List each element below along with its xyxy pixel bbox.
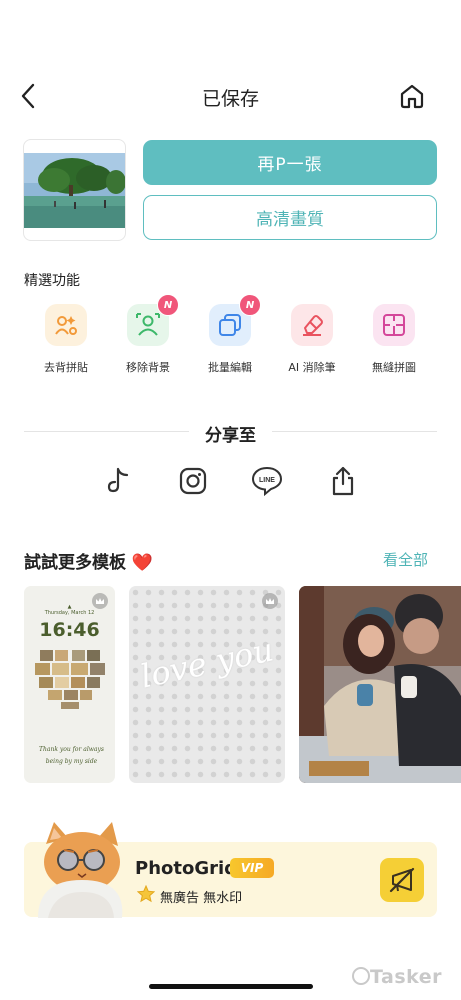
tasker-watermark: Tasker <box>352 966 442 988</box>
share-row: LINE <box>0 463 461 499</box>
no-ads-button[interactable] <box>380 858 424 902</box>
share-tiktok-button[interactable] <box>101 463 137 499</box>
features-section-label: 精選功能 <box>24 273 80 289</box>
feature-label: 無縫拼圖 <box>372 361 416 374</box>
batch-edit-icon <box>219 314 241 336</box>
tasker-logo-icon <box>352 967 370 985</box>
crown-icon <box>262 593 278 609</box>
divider <box>24 431 189 432</box>
share-icon <box>332 466 354 496</box>
cutout-collage-icon <box>55 316 77 335</box>
tiktok-icon <box>107 467 129 493</box>
see-all-link[interactable]: 看全部 <box>383 549 428 570</box>
vip-features: 無廣告 無水印 <box>160 891 243 906</box>
couple-photo-image <box>299 586 461 783</box>
cat-mascot-image <box>38 822 123 918</box>
share-title: 分享至 <box>205 426 256 446</box>
vip-badge: VIP <box>230 858 274 878</box>
share-instagram-button[interactable] <box>175 463 211 499</box>
feature-label: 去背拼貼 <box>44 361 88 374</box>
feature-ai-eraser[interactable]: AI 消除筆 <box>271 304 353 375</box>
template-caption: Thank you for always being by my side <box>39 746 104 765</box>
home-icon <box>400 84 424 109</box>
saved-photo-image <box>24 153 125 228</box>
saved-photo-thumbnail[interactable] <box>23 139 126 241</box>
template-time: 16:46 <box>39 619 100 641</box>
feature-seamless-grid[interactable]: 無縫拼圖 <box>353 304 435 375</box>
hd-quality-button[interactable]: 高清畫質 <box>143 195 437 240</box>
divider <box>272 431 437 432</box>
home-button[interactable] <box>396 80 428 112</box>
feature-label: 批量編輯 <box>208 361 252 374</box>
line-icon: LINE <box>251 466 283 497</box>
edit-another-button[interactable]: 再P一張 <box>143 140 437 185</box>
template-card-lockscreen[interactable]: ▲ Thursday, March 12 16:46 Thank you for… <box>24 586 115 783</box>
star-icon <box>137 885 155 903</box>
feature-label: 移除背景 <box>126 361 170 374</box>
no-ads-icon <box>389 867 415 893</box>
home-indicator <box>149 984 313 989</box>
feature-label: AI 消除筆 <box>288 361 336 374</box>
templates-title: 試試更多模板 ❤️ <box>24 553 154 573</box>
new-badge: N <box>157 294 179 316</box>
template-date: Thursday, March 12 <box>44 610 95 616</box>
new-badge: N <box>239 294 261 316</box>
seamless-grid-icon <box>383 314 405 336</box>
heart-photo-collage <box>35 650 105 709</box>
features-row: 去背拼貼 N 移除背景 N 批量編輯 AI 消除筆 無縫拼圖 <box>0 294 461 384</box>
feature-batch-edit[interactable]: N 批量編輯 <box>189 294 271 375</box>
svg-text:LINE: LINE <box>259 477 275 484</box>
page-title: 已保存 <box>201 88 259 110</box>
vip-app-name: PhotoGrid <box>135 858 238 879</box>
template-card-love-you[interactable]: love you <box>129 586 285 783</box>
remove-bg-icon <box>136 313 160 336</box>
feature-remove-bg[interactable]: N 移除背景 <box>107 294 189 375</box>
share-more-button[interactable] <box>325 463 361 499</box>
template-love-you-text: love you <box>137 630 277 696</box>
instagram-icon <box>179 467 207 495</box>
ai-eraser-icon <box>303 315 323 336</box>
share-line-button[interactable]: LINE <box>249 463 285 499</box>
feature-cutout-collage[interactable]: 去背拼貼 <box>25 304 107 375</box>
template-card-couple[interactable] <box>299 586 461 783</box>
